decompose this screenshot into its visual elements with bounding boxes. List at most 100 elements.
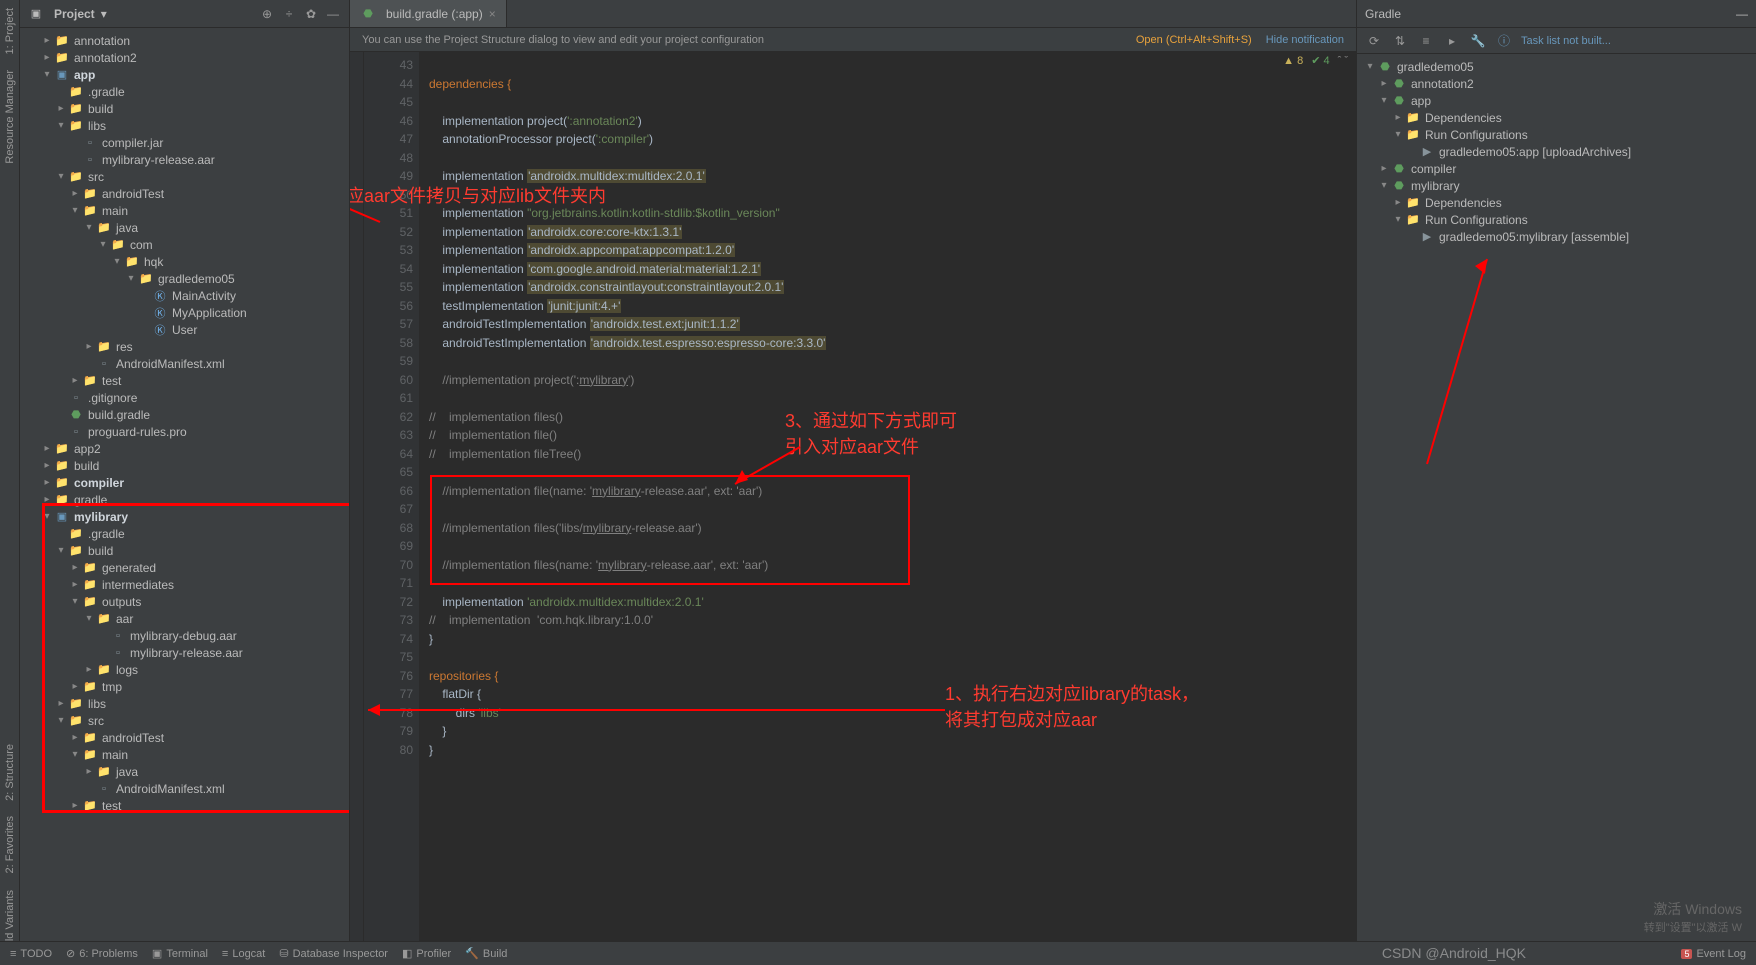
hide-icon[interactable]: — (325, 6, 341, 22)
bottom-profiler[interactable]: ◧ Profiler (402, 947, 451, 960)
wrench-icon[interactable]: 🔧 (1469, 32, 1487, 50)
tree-item[interactable]: ▸📁androidTest (20, 729, 349, 746)
tree-item[interactable]: ▾📁main (20, 202, 349, 219)
project-tree[interactable]: ▸📁annotation▸📁annotation2▾▣app📁.gradle▸📁… (20, 28, 349, 965)
sort-icon[interactable]: ≡ (1417, 32, 1435, 50)
tree-item[interactable]: ▾▣app (20, 66, 349, 83)
notice-open-link[interactable]: Open (Ctrl+Alt+Shift+S) (1136, 34, 1252, 46)
tree-item[interactable]: ▸📁Dependencies (1357, 194, 1756, 211)
tree-item[interactable]: ▸📁test (20, 372, 349, 389)
tree-item[interactable]: ▸⬣compiler (1357, 160, 1756, 177)
attach-icon[interactable]: ⇅ (1391, 32, 1409, 50)
tab-resource-manager[interactable]: Resource Manager (2, 62, 18, 172)
project-panel-title: Project (54, 7, 95, 21)
folder-o-icon: 📁 (82, 595, 98, 608)
tree-item[interactable]: ▸📁logs (20, 661, 349, 678)
tree-item[interactable]: ▸📁tmp (20, 678, 349, 695)
bottom-build[interactable]: 🔨 Build (465, 947, 507, 960)
notice-hide-link[interactable]: Hide notification (1266, 34, 1344, 46)
folder-icon: 📁 (54, 51, 70, 64)
tree-item[interactable]: ▫AndroidManifest.xml (20, 780, 349, 797)
bottom-problems[interactable]: ⊘ 6: Problems (66, 947, 138, 960)
bottom-event-log[interactable]: 5 Event Log (1681, 948, 1746, 960)
module-icon: ▣ (54, 68, 70, 81)
tab-favorites[interactable]: 2: Favorites (2, 808, 18, 881)
info-icon[interactable]: ⓘ (1495, 32, 1513, 50)
tree-item[interactable]: ▸📁compiler (20, 474, 349, 491)
tree-item[interactable]: ▸📁build (20, 457, 349, 474)
file-icon: ▫ (82, 137, 98, 149)
tree-item[interactable]: ▸⬣annotation2 (1357, 75, 1756, 92)
tree-item[interactable]: ▾📁aar (20, 610, 349, 627)
tree-item[interactable]: ⓀMyApplication (20, 304, 349, 321)
tree-item[interactable]: ▫.gitignore (20, 389, 349, 406)
gradle-task-msg[interactable]: Task list not built... (1521, 35, 1611, 47)
tree-item[interactable]: ▫mylibrary-debug.aar (20, 627, 349, 644)
tree-item[interactable]: ▾📁gradledemo05 (20, 270, 349, 287)
refresh-icon[interactable]: ⟳ (1365, 32, 1383, 50)
tree-item[interactable]: ⬣build.gradle (20, 406, 349, 423)
tree-item[interactable]: ▸📁app2 (20, 440, 349, 457)
locate-icon[interactable]: ⊕ (259, 6, 275, 22)
tree-item[interactable]: ▾📁hqk (20, 253, 349, 270)
tree-item[interactable]: ▾📁Run Configurations (1357, 126, 1756, 143)
tree-item[interactable]: ▸📁annotation2 (20, 49, 349, 66)
tree-item[interactable]: ▶gradledemo05:mylibrary [assemble] (1357, 228, 1756, 245)
kt-icon: Ⓚ (152, 305, 168, 321)
tree-item[interactable]: ▶gradledemo05:app [uploadArchives] (1357, 143, 1756, 160)
tree-item[interactable]: 📁.gradle (20, 525, 349, 542)
tree-item[interactable]: ▫mylibrary-release.aar (20, 151, 349, 168)
bottom-todo[interactable]: ≡ TODO (10, 948, 52, 960)
folder-o-icon: 📁 (68, 544, 84, 557)
editor-tab-build-gradle[interactable]: ⬣ build.gradle (:app) × (350, 0, 507, 27)
tree-item[interactable]: ▸📁build (20, 100, 349, 117)
collapse-icon[interactable]: ÷ (281, 6, 297, 22)
tree-item[interactable]: ▸📁test (20, 797, 349, 814)
tree-item[interactable]: ▾📁build (20, 542, 349, 559)
close-icon[interactable]: × (489, 7, 496, 21)
tree-item[interactable]: ▸📁gradle (20, 491, 349, 508)
tree-item-label: intermediates (102, 578, 174, 592)
tree-item[interactable]: ▸📁libs (20, 695, 349, 712)
folder-icon: 📁 (68, 170, 84, 183)
tree-item[interactable]: ▾📁libs (20, 117, 349, 134)
tree-item[interactable]: ▾📁src (20, 168, 349, 185)
tree-item[interactable]: ▾⬣gradledemo05 (1357, 58, 1756, 75)
tree-item[interactable]: ▾📁main (20, 746, 349, 763)
tree-item[interactable]: ▫compiler.jar (20, 134, 349, 151)
tree-item[interactable]: ⓀMainActivity (20, 287, 349, 304)
hide-icon[interactable]: — (1736, 7, 1748, 21)
tree-item[interactable]: ▾📁com (20, 236, 349, 253)
tree-item[interactable]: ▫proguard-rules.pro (20, 423, 349, 440)
tree-item[interactable]: ▾📁Run Configurations (1357, 211, 1756, 228)
tree-item[interactable]: ⓀUser (20, 321, 349, 338)
tree-item[interactable]: ▾⬣app (1357, 92, 1756, 109)
execute-icon[interactable]: ▸ (1443, 32, 1461, 50)
tree-item[interactable]: ▾📁outputs (20, 593, 349, 610)
dropdown-icon[interactable]: ▾ (101, 7, 107, 21)
settings-icon[interactable]: ✿ (303, 6, 319, 22)
tree-item[interactable]: ▸📁res (20, 338, 349, 355)
tree-item[interactable]: ▾▣mylibrary (20, 508, 349, 525)
bottom-database[interactable]: ⛁ Database Inspector (279, 947, 388, 960)
tree-item[interactable]: ▫AndroidManifest.xml (20, 355, 349, 372)
tree-item[interactable]: ▾📁src (20, 712, 349, 729)
tab-structure[interactable]: 2: Structure (2, 736, 18, 809)
inspection-strip[interactable]: ▲ 8 ✔ 4 ˆ ˇ (1279, 52, 1352, 69)
tree-item[interactable]: ▸📁Dependencies (1357, 109, 1756, 126)
tree-item[interactable]: ▸📁java (20, 763, 349, 780)
tree-item[interactable]: ▸📁androidTest (20, 185, 349, 202)
bottom-terminal[interactable]: ▣ Terminal (152, 947, 208, 960)
tree-item[interactable]: ▾⬣mylibrary (1357, 177, 1756, 194)
tree-item[interactable]: ▫mylibrary-release.aar (20, 644, 349, 661)
tree-item[interactable]: ▸📁annotation (20, 32, 349, 49)
bottom-logcat[interactable]: ≡ Logcat (222, 948, 265, 960)
tree-item-label: app (1411, 94, 1431, 108)
tab-project[interactable]: 1: Project (2, 0, 18, 62)
tree-item[interactable]: ▸📁intermediates (20, 576, 349, 593)
folder-icon: 📁 (68, 119, 84, 132)
gradle-tree[interactable]: ▾⬣gradledemo05▸⬣annotation2▾⬣app▸📁Depend… (1357, 54, 1756, 965)
tree-item[interactable]: ▾📁java (20, 219, 349, 236)
tree-item[interactable]: ▸📁generated (20, 559, 349, 576)
tree-item[interactable]: 📁.gradle (20, 83, 349, 100)
